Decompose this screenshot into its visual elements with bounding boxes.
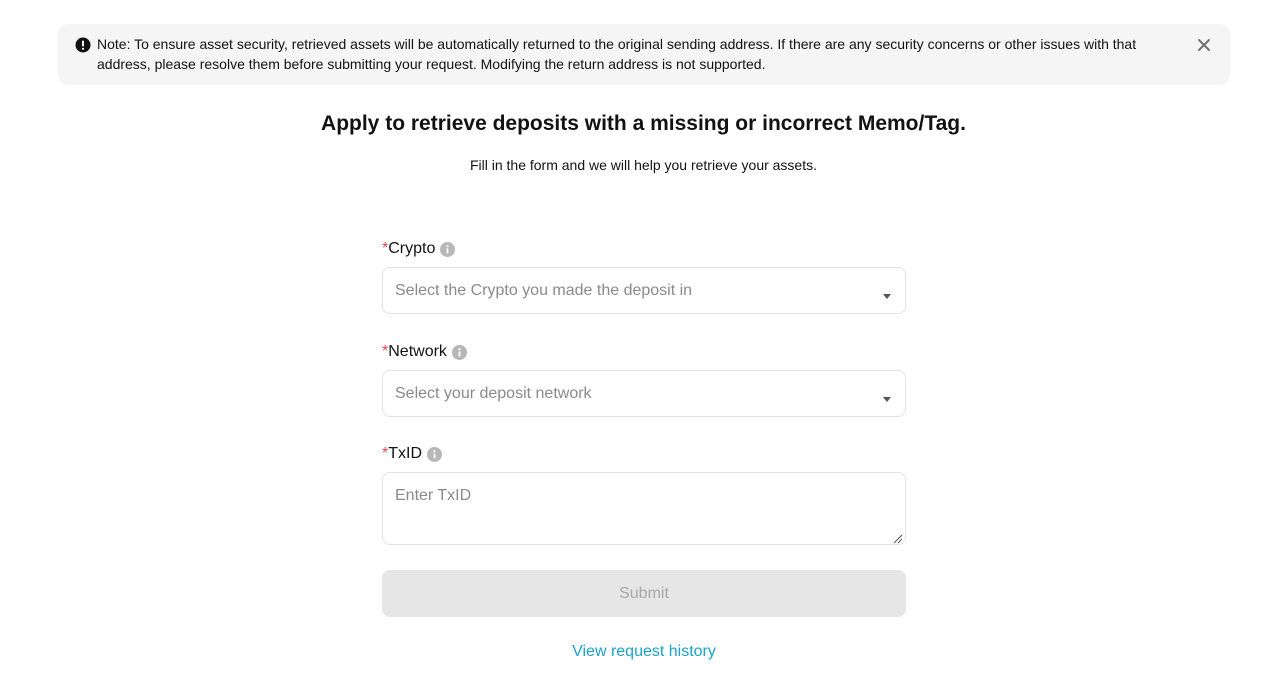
crypto-select[interactable]: Select the Crypto you made the deposit i… [382,267,906,314]
txid-input[interactable] [383,473,905,544]
txid-field-container [382,472,906,545]
page-subtitle: Fill in the form and we will help you re… [469,157,818,173]
alert-icon [75,37,91,53]
view-request-history-link[interactable]: View request history [382,642,906,662]
info-icon[interactable] [451,344,467,360]
crypto-label: * Crypto [382,239,456,259]
crypto-label-text: Crypto [388,240,436,257]
network-select[interactable]: Select your deposit network [382,370,906,417]
info-icon[interactable] [427,446,443,462]
network-label-text: Network [388,343,447,360]
txid-label: * TxID [382,444,443,464]
info-icon[interactable] [440,241,456,257]
caret-down-icon [882,390,892,402]
close-icon[interactable] [1196,37,1212,53]
crypto-select-placeholder: Select the Crypto you made the deposit i… [395,282,693,299]
security-notice-banner: Note: To ensure asset security, retrieve… [58,24,1230,85]
txid-label-text: TxID [388,445,423,462]
network-select-placeholder: Select your deposit network [395,385,592,402]
caret-down-icon [882,287,892,299]
notice-text: Note: To ensure asset security, retrieve… [97,36,1137,72]
resize-handle-icon[interactable] [892,531,903,544]
page-title: Apply to retrieve deposits with a missin… [321,112,966,135]
submit-button[interactable]: Submit [382,570,906,617]
network-label: * Network [382,342,467,362]
